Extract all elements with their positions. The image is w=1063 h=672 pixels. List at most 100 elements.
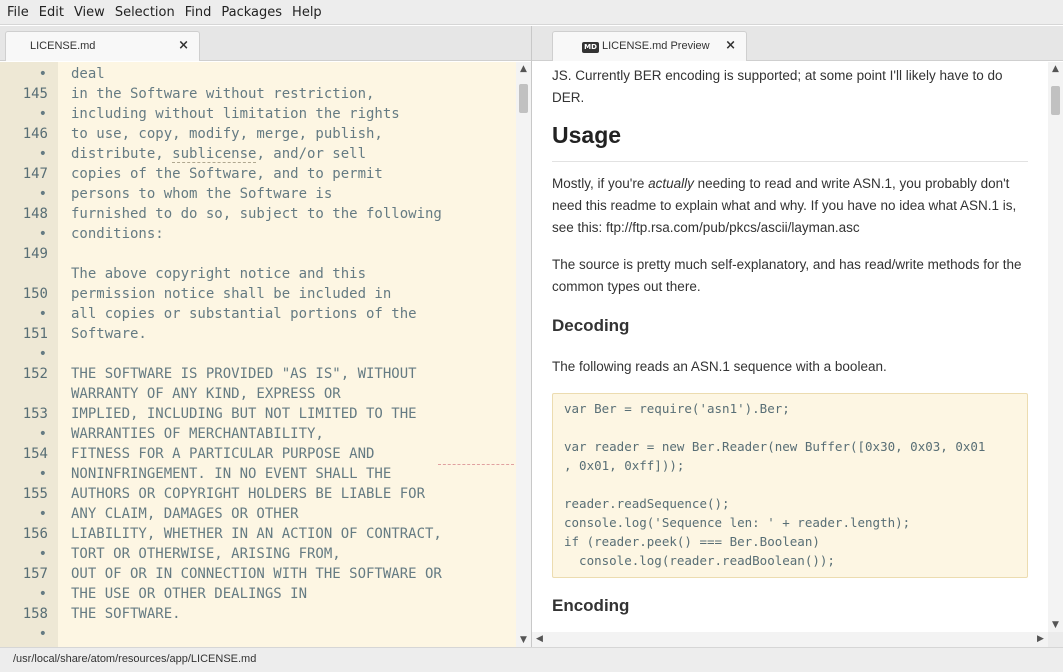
usage-paragraph-1: Mostly, if you're actually needing to re… [552,176,1017,235]
line-number: 156 [22,526,48,542]
code-line[interactable]: WARRANTY OF ANY KIND, EXPRESS OR [71,384,341,404]
code-line[interactable]: deal [71,64,105,84]
code-line[interactable]: IMPLIED, INCLUDING BUT NOT LIMITED TO TH… [71,404,417,424]
code-line[interactable]: distribute, sublicense, and/or sell [71,144,366,164]
menu-find[interactable]: Find [180,0,217,25]
code-line[interactable]: LIABILITY, WHETHER IN AN ACTION OF CONTR… [71,524,442,544]
usage-heading: Usage [552,122,622,148]
soft-wrap-marker: • [38,66,47,82]
line-number: 154 [22,446,48,462]
preview-horizontal-scrollbar[interactable]: ◀ ▶ [532,632,1048,647]
editor-tab-bar: LICENSE.md × [0,26,531,61]
code-line[interactable]: copies of the Software, and to permit [71,164,383,184]
preview-tab-bar: MD LICENSE.md Preview × [532,26,1063,61]
line-number-gutter: • 145 • 146 • 147 • 148 • 149 150 • 151 • 152 153 • 154 • 1… [0,62,58,647]
soft-wrap-marker: • [38,466,47,482]
menu-edit[interactable]: Edit [34,0,69,25]
scroll-down-arrow-icon[interactable]: ▼ [1048,620,1063,630]
code-line[interactable]: FITNESS FOR A PARTICULAR PURPOSE AND [71,444,374,464]
soft-wrap-marker: • [38,426,47,442]
scroll-right-arrow-icon[interactable]: ▶ [1033,634,1048,644]
code-line[interactable]: Software. [71,324,147,344]
code-line[interactable]: The above copyright notice and this [71,264,366,284]
markdown-icon: MD [582,42,599,53]
menu-view[interactable]: View [69,0,110,25]
code-sample: var Ber = require('asn1').Ber; var reade… [564,401,986,568]
soft-wrap-marker: • [38,306,47,322]
code-line[interactable]: conditions: [71,224,164,244]
code-line[interactable]: furnished to do so, subject to the follo… [71,204,442,224]
menu-bar: File Edit View Selection Find Packages H… [0,0,1063,25]
scrollbar-thumb[interactable] [519,84,528,113]
menu-packages[interactable]: Packages [216,0,287,25]
encoding-heading: Encoding [552,596,630,615]
intro-paragraph: JS. Currently BER encoding is supported;… [552,68,1003,105]
scroll-down-arrow-icon[interactable]: ▼ [516,635,531,645]
code-line[interactable]: WARRANTIES OF MERCHANTABILITY, [71,424,324,444]
heading-rule [552,161,1028,162]
preview-vertical-scrollbar[interactable]: ▲ ▼ [1048,62,1063,632]
code-line[interactable]: permission notice shall be included in [71,284,391,304]
scrollbar-corner [1048,632,1063,647]
text-editor[interactable]: • 145 • 146 • 147 • 148 • 149 150 • 151 • 152 153 • 154 • 1… [0,62,531,647]
menu-help[interactable]: Help [287,0,327,25]
tab-title: LICENSE.md [30,40,96,52]
scroll-up-arrow-icon[interactable]: ▲ [1048,64,1063,74]
line-number: 147 [22,166,48,182]
editor-pane: LICENSE.md × • 145 • 146 • 147 • 148 • 149 150 • 151… [0,26,531,647]
line-number: 151 [22,326,48,342]
code-line[interactable]: THE SOFTWARE. [71,604,181,624]
line-number: 145 [22,86,48,102]
scrollbar-thumb[interactable] [1051,86,1060,115]
line-number: 148 [22,206,48,222]
scroll-left-arrow-icon[interactable]: ◀ [532,634,547,644]
code-line[interactable]: ANY CLAIM, DAMAGES OR OTHER [71,504,299,524]
markdown-preview[interactable]: JS. Currently BER encoding is supported;… [532,62,1063,647]
code-line[interactable]: all copies or substantial portions of th… [71,304,417,324]
soft-wrap-marker: • [38,226,47,242]
code-line[interactable]: TORT OR OTHERWISE, ARISING FROM, [71,544,341,564]
menu-file[interactable]: File [2,0,34,25]
line-number: 153 [22,406,48,422]
line-number: 149 [22,246,48,262]
status-bar: /usr/local/share/atom/resources/app/LICE… [0,647,1063,672]
code-line[interactable]: including without limitation the rights [71,104,400,124]
line-number [0,264,58,284]
editor-vertical-scrollbar[interactable]: ▲ ▼ [516,62,531,647]
preview-pane: MD LICENSE.md Preview × JS. Currently BE… [532,26,1063,647]
close-icon[interactable]: × [725,38,736,53]
decoding-heading: Decoding [552,316,630,335]
code-line[interactable]: AUTHORS OR COPYRIGHT HOLDERS BE LIABLE F… [71,484,425,504]
line-number: 157 [22,566,48,582]
code-line[interactable]: in the Software without restriction, [71,84,374,104]
tab-license-preview[interactable]: MD LICENSE.md Preview × [552,31,747,61]
spellcheck-marker: sublicense [172,146,257,163]
line-number: 152 [22,366,48,382]
line-number [0,384,58,404]
menu-selection[interactable]: Selection [110,0,180,25]
soft-wrap-marker: • [38,106,47,122]
line-number: 155 [22,486,48,502]
usage-paragraph-2: The source is pretty much self-explanato… [552,257,1022,294]
soft-wrap-marker: • [38,626,47,642]
line-number: 146 [22,126,48,142]
code-line[interactable]: to use, copy, modify, merge, publish, [71,124,383,144]
code-line[interactable]: persons to whom the Software is [71,184,332,204]
code-line[interactable]: NONINFRINGEMENT. IN NO EVENT SHALL THE [71,464,391,484]
code-line[interactable]: THE USE OR OTHER DEALINGS IN [71,584,307,604]
code-line[interactable]: THE SOFTWARE IS PROVIDED "AS IS", WITHOU… [71,364,417,384]
soft-wrap-marker: • [38,186,47,202]
soft-wrap-marker: • [38,146,47,162]
code-line[interactable]: OUT OF OR IN CONNECTION WITH THE SOFTWAR… [71,564,442,584]
close-icon[interactable]: × [178,38,189,53]
code-block: var Ber = require('asn1').Ber; var reade… [552,393,1028,578]
wrap-guide [438,464,514,465]
line-number: 150 [22,286,48,302]
soft-wrap-marker: • [38,346,47,362]
scroll-up-arrow-icon[interactable]: ▲ [516,64,531,74]
file-path[interactable]: /usr/local/share/atom/resources/app/LICE… [13,653,256,665]
decoding-paragraph: The following reads an ASN.1 sequence wi… [552,359,887,374]
soft-wrap-marker: • [38,586,47,602]
tab-license-md[interactable]: LICENSE.md × [5,31,200,61]
soft-wrap-marker: • [38,546,47,562]
